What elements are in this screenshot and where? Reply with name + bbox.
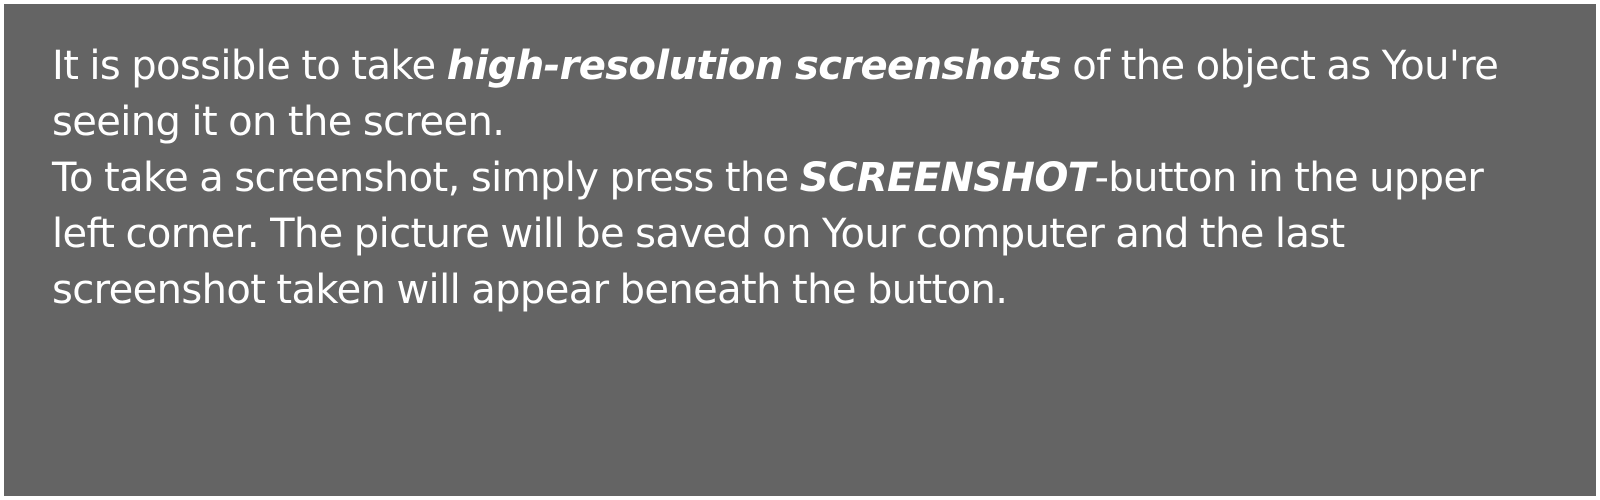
help-text-instruction: To take a screenshot, simply press the (52, 155, 800, 201)
help-text-highlight: high-resolution screenshots (446, 43, 1062, 89)
help-paragraph-screenshots: It is possible to take high-resolution s… (52, 38, 1550, 318)
info-panel: It is possible to take high-resolution s… (4, 4, 1596, 496)
help-text-intro: It is possible to take (52, 43, 447, 89)
help-text-button-name: SCREENSHOT (799, 155, 1095, 201)
